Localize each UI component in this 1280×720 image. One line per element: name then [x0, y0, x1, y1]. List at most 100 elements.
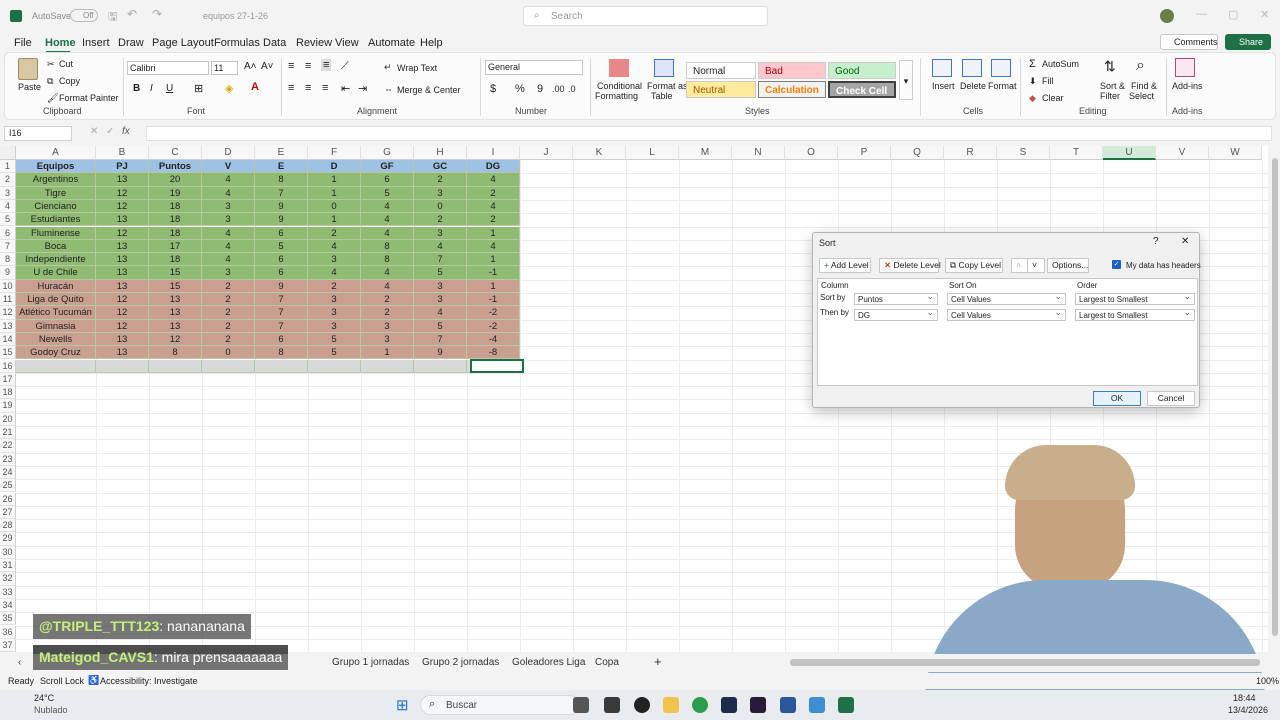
align-top-icon[interactable]: ≡ [288, 60, 294, 72]
table-cell[interactable]: 4 [361, 279, 414, 293]
table-cell[interactable]: 1 [467, 253, 520, 267]
table-cell[interactable]: 13 [96, 213, 149, 227]
row-header-18[interactable]: 18 [0, 386, 16, 400]
avatar[interactable] [1160, 9, 1174, 23]
table-header-cell[interactable]: E [255, 160, 308, 174]
table-cell[interactable]: 4 [361, 266, 414, 280]
table-cell[interactable]: 7 [255, 293, 308, 307]
row-header-20[interactable]: 20 [0, 412, 16, 426]
table-cell[interactable]: 5 [414, 266, 467, 280]
table-cell[interactable]: 15 [149, 266, 202, 280]
borders-icon[interactable]: ⊞ [194, 82, 203, 95]
table-cell[interactable]: -1 [467, 293, 520, 307]
table-cell[interactable]: 1 [467, 226, 520, 240]
insert-cells-icon[interactable] [932, 59, 952, 77]
row-header-28[interactable]: 28 [0, 519, 16, 533]
tab-insert[interactable]: Insert [82, 37, 110, 49]
table-cell[interactable]: 8 [255, 173, 308, 187]
table-cell[interactable] [414, 359, 467, 373]
merge-icon[interactable]: ⇔ [384, 84, 393, 94]
table-cell[interactable]: 13 [96, 346, 149, 360]
table-cell[interactable]: 2 [467, 186, 520, 200]
styles-more-icon[interactable]: ▾ [899, 60, 913, 100]
table-cell[interactable] [308, 359, 361, 373]
autosave-toggle[interactable]: Off [70, 9, 98, 22]
row-header-36[interactable]: 36 [0, 625, 16, 639]
table-header-cell[interactable]: GF [361, 160, 414, 174]
format-painter-icon[interactable]: 🖌 [47, 93, 58, 104]
formula-input[interactable] [146, 126, 1272, 141]
table-cell[interactable]: 2 [202, 306, 255, 320]
row-header-8[interactable]: 8 [0, 253, 16, 267]
table-cell[interactable]: 12 [96, 293, 149, 307]
row-header-27[interactable]: 27 [0, 505, 16, 520]
table-header-cell[interactable]: DG [467, 160, 520, 174]
table-cell[interactable]: 8 [149, 346, 202, 360]
conditional-formatting-button[interactable]: Conditional [597, 81, 642, 91]
table-cell[interactable]: 18 [149, 253, 202, 267]
row-header-9[interactable]: 9 [0, 266, 16, 280]
table-cell[interactable]: 13 [96, 239, 149, 254]
table-cell[interactable] [149, 359, 202, 373]
cancel-button[interactable]: Cancel [1147, 391, 1195, 406]
table-cell[interactable]: 4 [414, 306, 467, 320]
maximize-icon[interactable]: ▢ [1228, 8, 1238, 21]
tab-help[interactable]: Help [420, 37, 443, 49]
column-header-l[interactable]: L [626, 146, 679, 160]
table-cell[interactable]: 6 [255, 266, 308, 280]
table-cell[interactable]: Huracán [16, 279, 96, 293]
close-icon[interactable]: ✕ [1260, 8, 1269, 21]
accessibility-icon[interactable]: ♿ [88, 675, 99, 686]
then-by-column-select[interactable]: DG [854, 307, 938, 321]
column-header-q[interactable]: Q [891, 146, 944, 160]
word-icon[interactable] [780, 697, 796, 713]
table-cell[interactable]: 6 [255, 226, 308, 240]
autosum-button[interactable]: AutoSum [1042, 59, 1079, 69]
align-bottom-icon[interactable]: ≡ [321, 59, 332, 71]
row-header-16[interactable]: 16 [0, 359, 16, 373]
align-right-icon[interactable]: ≡ [322, 82, 328, 94]
table-cell[interactable]: 2 [467, 213, 520, 227]
table-cell[interactable]: Godoy Cruz [16, 346, 96, 360]
table-cell[interactable]: 8 [361, 239, 414, 254]
percent-icon[interactable]: % [515, 83, 525, 95]
table-cell[interactable]: 3 [414, 186, 467, 200]
cut-icon[interactable]: ✂ [47, 59, 55, 70]
tab-file[interactable]: File [14, 37, 32, 49]
column-header-r[interactable]: R [944, 146, 997, 160]
table-cell[interactable]: Cienciano [16, 199, 96, 214]
table-cell[interactable]: Fluminense [16, 226, 96, 240]
merge-center-button[interactable]: Merge & Center [397, 85, 461, 95]
table-cell[interactable]: 4 [308, 239, 361, 254]
column-header-a[interactable]: A [16, 146, 96, 160]
row-header-23[interactable]: 23 [0, 452, 16, 466]
tab-view[interactable]: View [335, 37, 359, 49]
sheet-tab-goleadores[interactable]: Goleadores Liga [512, 657, 585, 668]
table-cell[interactable]: U de Chile [16, 266, 96, 280]
row-header-3[interactable]: 3 [0, 186, 16, 200]
table-cell[interactable]: Argentinos [16, 173, 96, 187]
column-header-h[interactable]: H [414, 146, 467, 160]
cut-button[interactable]: Cut [59, 59, 73, 69]
table-cell[interactable]: -8 [467, 346, 520, 360]
table-cell[interactable]: 6 [255, 332, 308, 347]
fill-button[interactable]: Fill [1042, 76, 1054, 86]
decrease-decimal-icon[interactable]: .0 [568, 84, 576, 94]
table-cell[interactable]: 4 [361, 213, 414, 227]
table-cell[interactable]: 19 [149, 186, 202, 200]
minimize-icon[interactable]: — [1196, 8, 1207, 20]
number-format-select[interactable]: General [485, 60, 583, 75]
table-cell[interactable]: 9 [255, 279, 308, 293]
active-cell-i16[interactable] [470, 359, 524, 373]
table-cell[interactable]: 12 [149, 332, 202, 347]
table-cell[interactable]: -1 [467, 266, 520, 280]
table-cell[interactable]: 2 [361, 306, 414, 320]
cancel-entry-icon[interactable]: ✕ [90, 126, 98, 137]
table-cell[interactable]: Estudiantes [16, 213, 96, 227]
table-cell[interactable]: 4 [361, 226, 414, 240]
shrink-font-icon[interactable]: A˅ [261, 61, 274, 72]
paste-button[interactable]: Paste [18, 82, 41, 92]
insert-cells-button[interactable]: Insert [932, 81, 955, 91]
column-header-f[interactable]: F [308, 146, 361, 160]
table-cell[interactable]: 4 [202, 253, 255, 267]
